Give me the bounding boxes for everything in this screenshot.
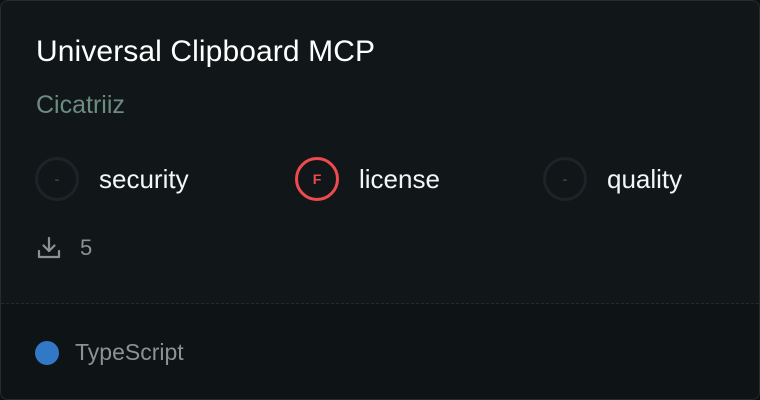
license-score: F license bbox=[295, 155, 440, 203]
server-title[interactable]: Universal Clipboard MCP bbox=[36, 35, 375, 69]
download-count: 5 bbox=[80, 235, 93, 260]
security-score: - security bbox=[35, 155, 189, 203]
security-grade-badge: - bbox=[35, 157, 79, 201]
server-card[interactable]: Universal Clipboard MCP Cicatriiz - secu… bbox=[0, 0, 760, 400]
quality-score: - quality bbox=[543, 155, 682, 203]
downloads: 5 bbox=[36, 235, 92, 261]
quality-grade-badge: - bbox=[543, 157, 587, 201]
license-grade-badge: F bbox=[295, 157, 339, 201]
language: TypeScript bbox=[35, 339, 184, 366]
quality-label: quality bbox=[607, 163, 683, 194]
security-label: security bbox=[99, 163, 189, 194]
license-label: license bbox=[359, 163, 440, 194]
footer-divider bbox=[1, 303, 759, 304]
download-icon bbox=[36, 235, 62, 261]
language-color-dot bbox=[35, 340, 59, 365]
author-name[interactable]: Cicatriiz bbox=[36, 91, 125, 120]
language-name: TypeScript bbox=[75, 339, 184, 365]
